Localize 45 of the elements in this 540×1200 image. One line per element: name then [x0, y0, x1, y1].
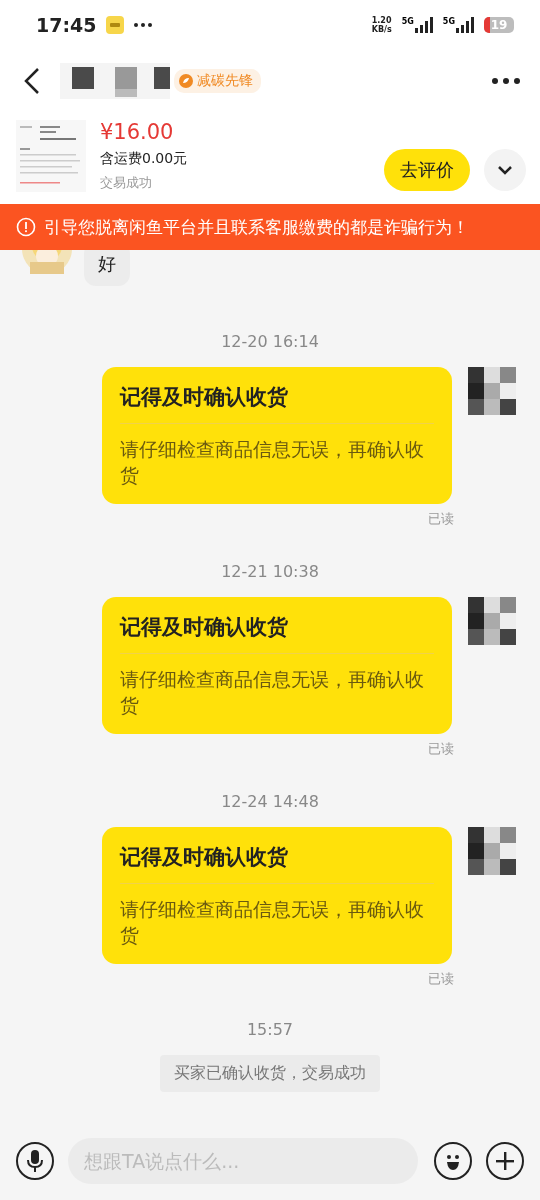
- add-button[interactable]: [486, 1142, 524, 1180]
- carbon-badge: 减碳先锋: [174, 69, 261, 93]
- card-body: 请仔细检查商品信息无误，再确认收货: [120, 437, 425, 488]
- timestamp: 15:57: [246, 1020, 294, 1039]
- app-icon: [106, 16, 125, 34]
- more-icon[interactable]: [492, 78, 520, 84]
- timestamp: 12-24 14:48: [221, 792, 319, 811]
- card-title: 记得及时确认收货: [120, 613, 434, 654]
- card-title: 记得及时确认收货: [120, 383, 434, 424]
- warning-text: 引导您脱离闲鱼平台并且联系客服缴费的都是诈骗行为！: [44, 215, 469, 239]
- signal-icon: [456, 17, 474, 33]
- order-status: 交易成功: [100, 174, 153, 192]
- signal-icon: [414, 17, 433, 33]
- network-speed: 1.20: [371, 16, 392, 25]
- leaf-icon: [179, 74, 193, 88]
- message-bubble: 好: [84, 250, 130, 286]
- reminder-card[interactable]: 记得及时确认收货 请仔细检查商品信息无误，再确认收货: [102, 597, 452, 734]
- emoji-button[interactable]: [434, 1142, 472, 1180]
- shipping-fee: 含运费0.00元: [100, 150, 189, 168]
- chevron-down-icon: [498, 165, 512, 175]
- network-type: 5G: [442, 17, 455, 26]
- card-title: 记得及时确认收货: [120, 843, 434, 884]
- microphone-icon: [27, 1150, 43, 1172]
- read-receipt: 已读: [428, 510, 454, 528]
- expand-button[interactable]: [484, 149, 526, 191]
- back-icon[interactable]: [24, 68, 40, 94]
- voice-button[interactable]: [16, 1142, 54, 1180]
- card-body: 请仔细检查商品信息无误，再确认收货: [120, 667, 425, 718]
- status-time: 17:45: [36, 14, 97, 36]
- network-speed-unit: KB/s: [371, 25, 392, 34]
- read-receipt: 已读: [428, 740, 454, 758]
- read-receipt: 已读: [428, 970, 454, 988]
- timestamp: 12-20 16:14: [221, 332, 319, 351]
- warning-icon: [16, 217, 36, 237]
- plus-icon: [495, 1151, 515, 1171]
- reminder-card[interactable]: 记得及时确认收货 请仔细检查商品信息无误，再确认收货: [102, 367, 452, 504]
- network-type: 5G: [401, 17, 414, 26]
- timestamp: 12-21 10:38: [221, 562, 319, 581]
- review-button[interactable]: 去评价: [384, 149, 470, 191]
- price: ¥16.00: [100, 120, 175, 144]
- more-notifications-icon: [134, 23, 153, 27]
- battery-indicator: 19: [484, 17, 514, 33]
- system-notice: 买家已确认收货，交易成功: [160, 1055, 380, 1092]
- reminder-card[interactable]: 记得及时确认收货 请仔细检查商品信息无误，再确认收货: [102, 827, 452, 964]
- card-body: 请仔细检查商品信息无误，再确认收货: [120, 897, 425, 948]
